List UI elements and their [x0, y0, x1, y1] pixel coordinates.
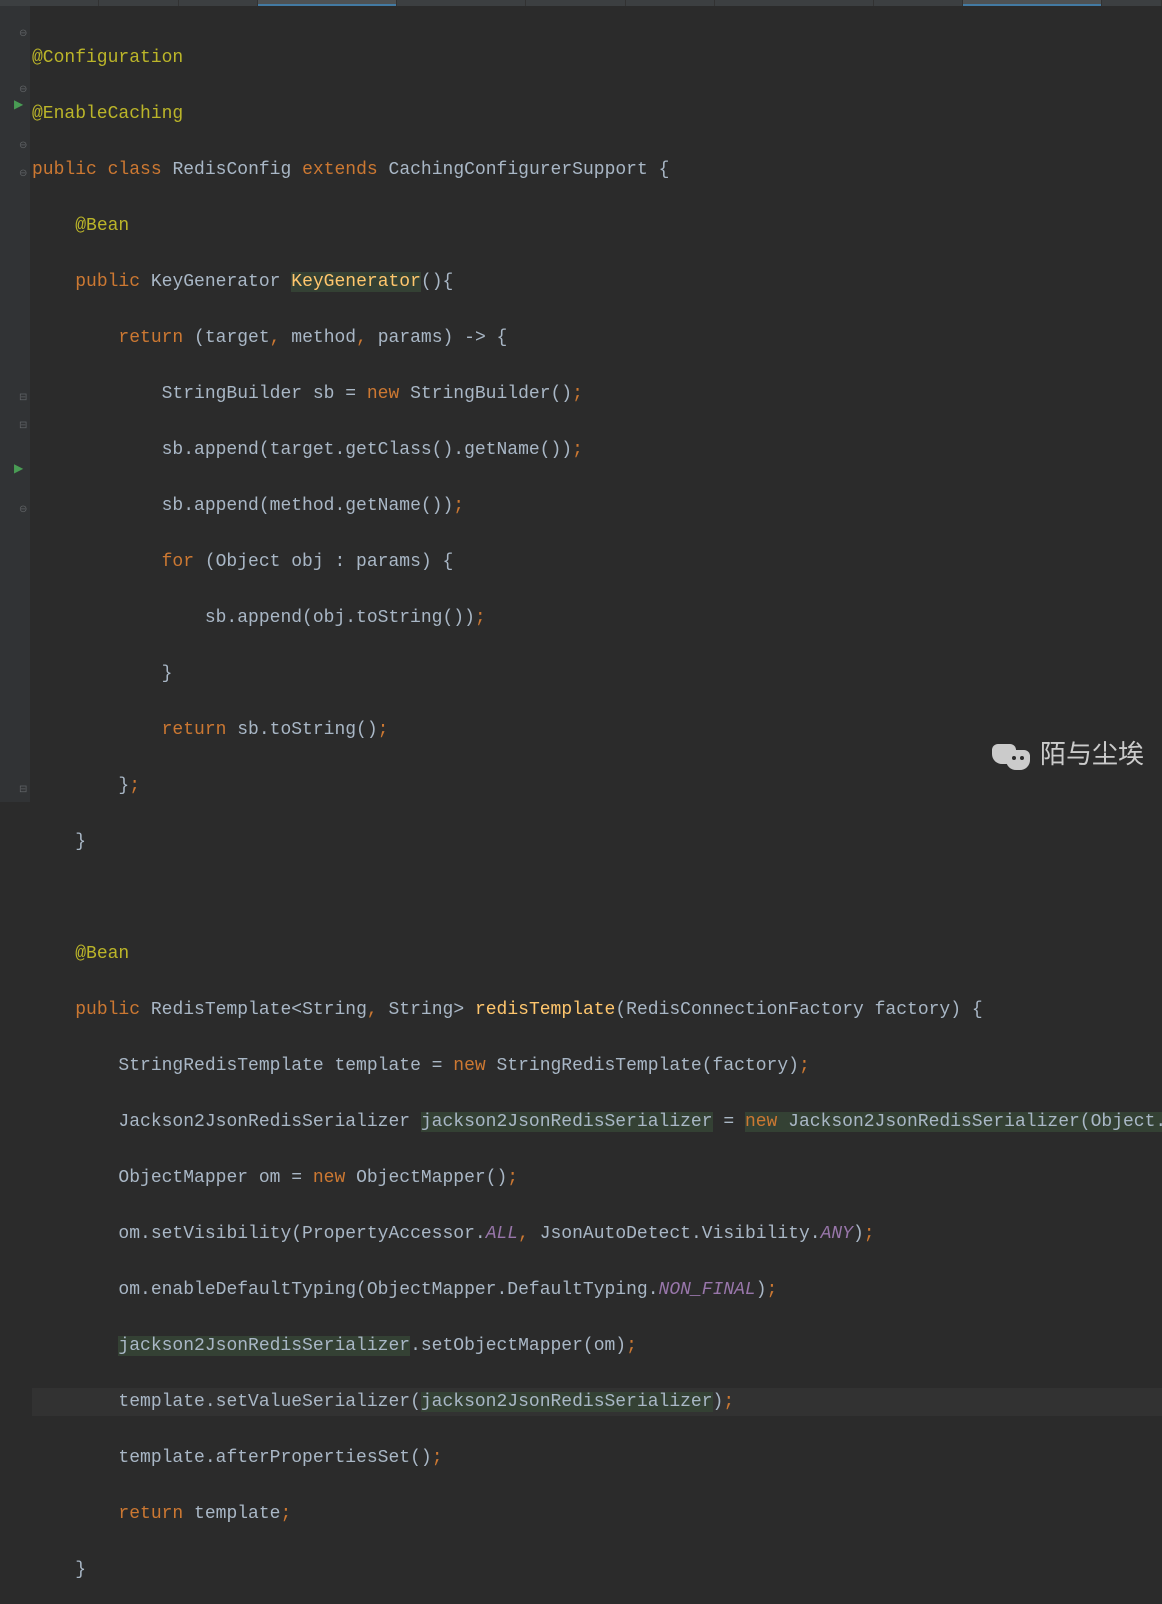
fold-icon[interactable]: ⊖: [19, 161, 27, 189]
code-text: (RedisConnectionFactory factory) {: [615, 1000, 982, 1020]
fold-icon[interactable]: ⊖: [19, 497, 27, 525]
code-text: (target: [194, 328, 270, 348]
annotation: @Bean: [75, 944, 129, 964]
punct: ;: [767, 1280, 778, 1300]
punct: ;: [432, 1448, 443, 1468]
code-text: template.setValueSerializer(: [118, 1392, 420, 1412]
code-text: template: [183, 1504, 280, 1524]
keyword: return: [162, 720, 227, 740]
brace: }: [162, 664, 173, 684]
type: String>: [378, 1000, 464, 1020]
fold-icon[interactable]: ⊟: [19, 413, 27, 441]
code-text: sb.append(target.getClass().getName()): [162, 440, 572, 460]
punct: ;: [280, 1504, 291, 1524]
run-gutter-icon[interactable]: ▶: [14, 91, 23, 119]
fold-icon[interactable]: ⊟: [19, 385, 27, 413]
punct: ;: [475, 608, 486, 628]
code-text: .setObjectMapper(om): [410, 1336, 626, 1356]
code-text: .Visibility.: [691, 1224, 821, 1244]
punct: ;: [507, 1168, 518, 1188]
method-name: redisTemplate: [475, 1000, 615, 1020]
watermark-text: 陌与尘埃: [1040, 740, 1144, 768]
code-text: template.afterPropertiesSet(): [118, 1448, 431, 1468]
code-editor[interactable]: @Configuration @EnableCaching public cla…: [30, 6, 1162, 802]
class-name: RedisConfig: [172, 160, 291, 180]
fold-icon[interactable]: ⊖: [19, 133, 27, 161]
punct: ,: [270, 328, 281, 348]
keyword: new: [367, 384, 399, 404]
code-text: StringBuilder sb =: [162, 384, 367, 404]
punct: ;: [864, 1224, 875, 1244]
code-text: =: [713, 1112, 745, 1132]
wechat-icon: [990, 736, 1032, 772]
watermark: 陌与尘埃: [990, 736, 1144, 772]
code-text: om.setVisibility(PropertyAccessor.: [118, 1224, 485, 1244]
editor-area: ⊖ ⊖ ▶ ⊖ ⊖ ⊟ ⊟ ▶ ⊖ ⊟ @Configuration @Enab…: [0, 6, 1162, 802]
punct: ,: [518, 1224, 529, 1244]
constant: ALL: [486, 1224, 518, 1244]
constant: ANY: [821, 1224, 853, 1244]
punct: ;: [626, 1336, 637, 1356]
brace: }: [75, 832, 86, 852]
keyword: return: [118, 1504, 183, 1524]
keyword: new: [453, 1056, 485, 1076]
punct: ;: [799, 1056, 810, 1076]
punct: ;: [453, 496, 464, 516]
fold-icon[interactable]: ⊖: [19, 21, 27, 49]
code-text: (Object obj : params) {: [194, 552, 453, 572]
run-gutter-icon[interactable]: ▶: [14, 455, 23, 483]
code-text: sb.append(obj.toString()): [205, 608, 475, 628]
annotation: @EnableCaching: [32, 104, 183, 124]
code-text: ObjectMapper(): [345, 1168, 507, 1188]
annotation: @Configuration: [32, 48, 183, 68]
code-text: om.enableDefaultTyping(ObjectMapper.Defa…: [118, 1280, 658, 1300]
keyword: for: [162, 552, 194, 572]
keyword: public: [32, 160, 97, 180]
annotation: @Bean: [75, 216, 129, 236]
code-text: Jackson2JsonRedisSerializer: [118, 1112, 420, 1132]
punct: ;: [378, 720, 389, 740]
keyword: public: [75, 1000, 140, 1020]
punct: ;: [723, 1392, 734, 1412]
keyword: extends: [302, 160, 378, 180]
type: KeyGenerator: [151, 272, 281, 292]
code-text: Jackson2JsonRedisSerializer(Object.: [777, 1112, 1162, 1132]
code-text: JsonAutoDetect: [529, 1224, 691, 1244]
method-name-highlight: KeyGenerator: [291, 272, 421, 292]
code-text: method: [280, 328, 356, 348]
code-text: ): [713, 1392, 724, 1412]
code-text: sb.append(method.getName()): [162, 496, 454, 516]
punct: ;: [129, 776, 140, 796]
punct: ,: [367, 1000, 378, 1020]
code-text: ): [756, 1280, 767, 1300]
keyword: new: [313, 1168, 345, 1188]
brace: }: [118, 776, 129, 796]
keyword: class: [108, 160, 162, 180]
code-text: sb.toString(): [226, 720, 377, 740]
code-text: StringBuilder(): [399, 384, 572, 404]
code-text: StringRedisTemplate template =: [118, 1056, 453, 1076]
variable-highlight: jackson2JsonRedisSerializer: [421, 1112, 713, 1132]
fold-icon[interactable]: ⊟: [19, 777, 27, 805]
keyword: new: [745, 1112, 777, 1132]
punct: ,: [356, 328, 367, 348]
keyword: public: [75, 272, 140, 292]
keyword: return: [118, 328, 183, 348]
variable-highlight: jackson2JsonRedisSerializer: [118, 1336, 410, 1356]
punct: ;: [572, 440, 583, 460]
code-text: params) -> {: [367, 328, 507, 348]
code-text: StringRedisTemplate(factory): [486, 1056, 799, 1076]
class-name: CachingConfigurerSupport: [389, 160, 648, 180]
code-text: ): [853, 1224, 864, 1244]
code-text: ObjectMapper om =: [118, 1168, 312, 1188]
brace: }: [75, 1560, 86, 1580]
type: RedisTemplate<String: [151, 1000, 367, 1020]
variable-highlight: jackson2JsonRedisSerializer: [421, 1392, 713, 1412]
punct: ;: [572, 384, 583, 404]
gutter[interactable]: ⊖ ⊖ ▶ ⊖ ⊖ ⊟ ⊟ ▶ ⊖ ⊟: [0, 6, 30, 802]
constant: NON_FINAL: [659, 1280, 756, 1300]
